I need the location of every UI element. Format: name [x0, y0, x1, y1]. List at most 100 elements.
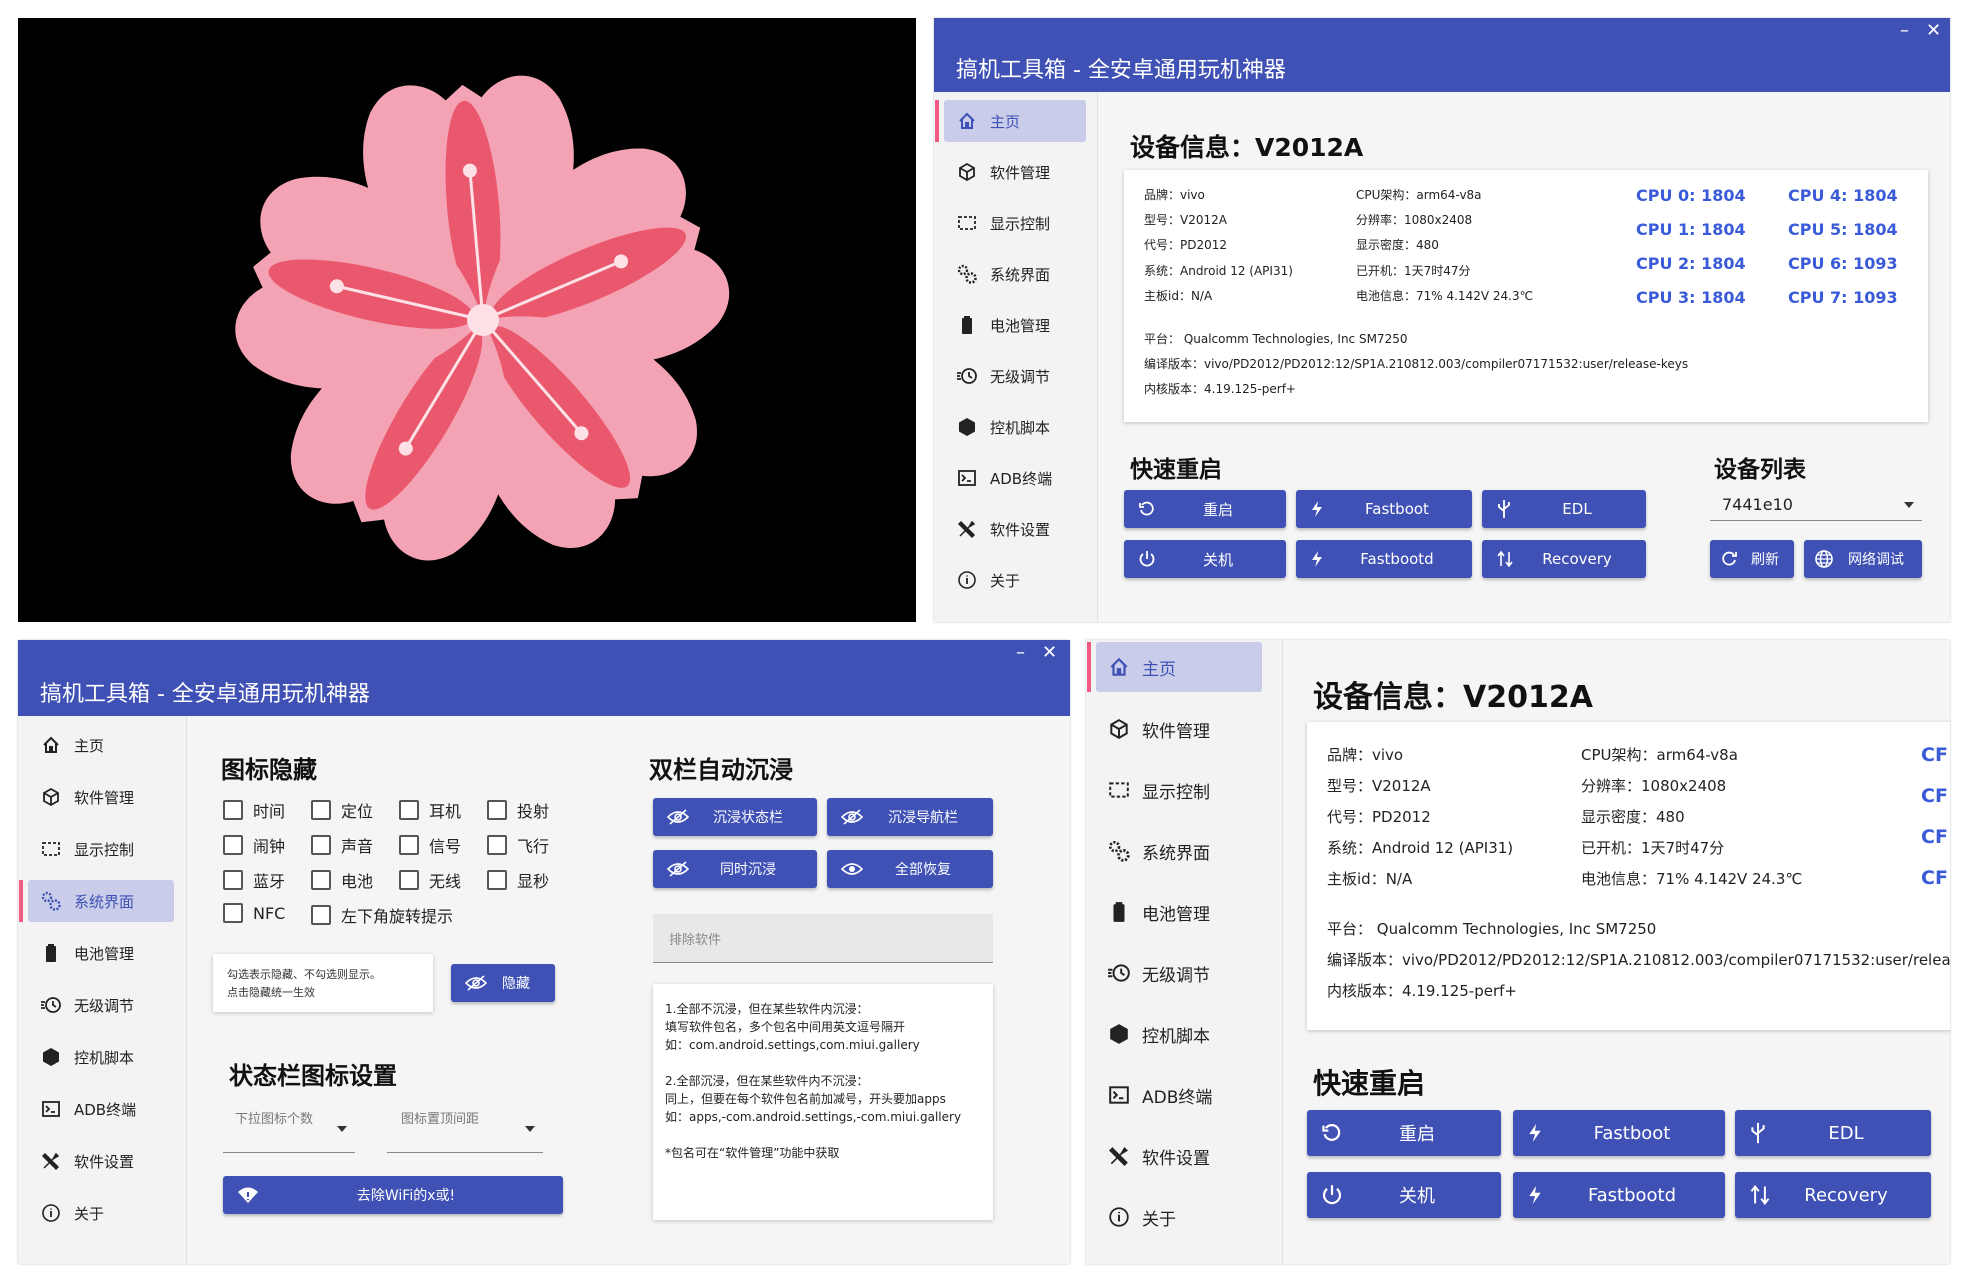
checkbox[interactable]	[311, 835, 331, 855]
immersive-both-button[interactable]: 同时沉浸	[653, 850, 817, 888]
checkbox[interactable]	[399, 800, 419, 820]
fastbootd-button[interactable]: Fastbootd	[1513, 1172, 1725, 1218]
nav-item-home[interactable]: 主页	[1087, 642, 1262, 692]
checkbox[interactable]	[487, 800, 507, 820]
checkbox[interactable]	[223, 800, 243, 820]
minimize-button[interactable]: –	[1900, 22, 1909, 40]
power-off-button[interactable]: 关机	[1124, 540, 1286, 578]
nav-label: 显示控制	[1142, 782, 1210, 803]
reboot-button[interactable]: 重启	[1307, 1110, 1501, 1156]
power-off-button[interactable]: 关机	[1307, 1172, 1501, 1218]
refresh-button[interactable]: 刷新	[1710, 540, 1794, 578]
battery-icon	[1102, 901, 1136, 923]
nav-item-battery[interactable]: 电池管理	[1096, 887, 1262, 937]
nav-item-home[interactable]: 主页	[28, 724, 174, 766]
checkbox-cast[interactable]: 投射	[487, 798, 549, 822]
recovery-button[interactable]: Recovery	[1482, 540, 1646, 578]
checkbox-headset[interactable]: 耳机	[399, 798, 461, 822]
checkbox-rotation-hint[interactable]: 左下角旋转提示	[311, 903, 453, 927]
checkbox-bluetooth[interactable]: 蓝牙	[223, 868, 285, 892]
recovery-button[interactable]: Recovery	[1735, 1172, 1931, 1218]
nav-item-settings[interactable]: 软件设置	[944, 508, 1086, 550]
checkbox[interactable]	[399, 835, 419, 855]
nav-item-battery[interactable]: 电池管理	[944, 304, 1086, 346]
title-bar: 搞机工具箱 - 全安卓通用玩机神器 – ✕	[934, 18, 1950, 92]
info-model: 型号：V2012A	[1144, 213, 1227, 227]
device-info-card: 品牌：vivo 型号：V2012A 代号：PD2012 系统：Android 1…	[1307, 722, 1950, 1030]
minimize-button[interactable]: –	[1016, 644, 1025, 662]
wifi-alert-icon	[237, 1186, 259, 1204]
fastboot-button[interactable]: Fastboot	[1296, 490, 1472, 528]
checkbox-airplane[interactable]: 飞行	[487, 833, 549, 857]
hide-button[interactable]: 隐藏	[451, 964, 555, 1002]
cpu-freq: CPU 7: 1093	[1788, 288, 1898, 307]
nav-item-system-ui[interactable]: 系统界面	[944, 253, 1086, 295]
nav-item-software[interactable]: 软件管理	[944, 151, 1086, 193]
nav-item-system-ui[interactable]: 系统界面	[19, 880, 174, 922]
restore-all-button[interactable]: 全部恢复	[827, 850, 993, 888]
nav-item-script[interactable]: 控机脚本	[1096, 1009, 1262, 1059]
nav-item-display[interactable]: 显示控制	[1096, 765, 1262, 815]
nav-item-home[interactable]: 主页	[935, 100, 1086, 142]
remove-wifi-x-button[interactable]: 去除WiFi的x或!	[223, 1176, 563, 1214]
checkbox-seconds[interactable]: 显秒	[487, 868, 549, 892]
nav-item-software[interactable]: 软件管理	[1096, 704, 1262, 754]
checkbox-time[interactable]: 时间	[223, 798, 285, 822]
edl-button[interactable]: EDL	[1482, 490, 1646, 528]
checkbox[interactable]	[223, 835, 243, 855]
network-debug-button[interactable]: 网络调试	[1804, 540, 1922, 578]
nav-item-stepless[interactable]: 无级调节	[1096, 948, 1262, 998]
immersive-navbar-button[interactable]: 沉浸导航栏	[827, 798, 993, 836]
nav-item-settings[interactable]: 软件设置	[28, 1140, 174, 1182]
checkbox-sound[interactable]: 声音	[311, 833, 373, 857]
nav-item-about[interactable]: 关于	[944, 559, 1086, 601]
nav-item-display[interactable]: 显示控制	[944, 202, 1086, 244]
checkbox-label: 左下角旋转提示	[341, 907, 454, 926]
checkbox-label: 蓝牙	[253, 872, 286, 891]
checkbox-battery[interactable]: 电池	[311, 868, 373, 892]
nav-item-adb[interactable]: ADB终端	[28, 1088, 174, 1130]
checkbox-alarm[interactable]: 闹钟	[223, 833, 285, 857]
checkbox-label: 信号	[429, 837, 462, 856]
checkbox[interactable]	[399, 870, 419, 890]
checkbox[interactable]	[311, 800, 331, 820]
reboot-button[interactable]: 重启	[1124, 490, 1286, 528]
close-button[interactable]: ✕	[1042, 644, 1057, 662]
nav-item-settings[interactable]: 软件设置	[1096, 1131, 1262, 1181]
checkbox-signal[interactable]: 信号	[399, 833, 461, 857]
checkbox-location[interactable]: 定位	[311, 798, 373, 822]
title-bar: 搞机工具箱 - 全安卓通用玩机神器 – ✕	[18, 640, 1070, 716]
nav-item-system-ui[interactable]: 系统界面	[1096, 826, 1262, 876]
close-button[interactable]: ✕	[1926, 22, 1941, 40]
checkbox[interactable]	[311, 905, 331, 925]
device-select[interactable]: 7441e10	[1710, 490, 1922, 521]
nav-item-stepless[interactable]: 无级调节	[944, 355, 1086, 397]
terminal-icon	[1102, 1084, 1136, 1106]
checkbox-wireless[interactable]: 无线	[399, 868, 461, 892]
checkbox[interactable]	[311, 870, 331, 890]
checkbox[interactable]	[487, 870, 507, 890]
fastboot-button[interactable]: Fastboot	[1513, 1110, 1725, 1156]
nav-item-stepless[interactable]: 无级调节	[28, 984, 174, 1026]
exclude-apps-input[interactable]: 排除软件	[653, 914, 993, 963]
nav-item-adb[interactable]: ADB终端	[1096, 1070, 1262, 1120]
edl-button[interactable]: EDL	[1735, 1110, 1931, 1156]
checkbox-label: 无线	[429, 872, 462, 891]
nav-item-script[interactable]: 控机脚本	[28, 1036, 174, 1078]
dropdown-icon-spacing[interactable]: 图标置顶间距	[387, 1102, 543, 1153]
checkbox[interactable]	[487, 835, 507, 855]
cpu-freq: CPU 4: 1804	[1788, 186, 1898, 205]
checkbox-nfc[interactable]: NFC	[223, 903, 285, 923]
checkbox[interactable]	[223, 903, 243, 923]
nav-item-script[interactable]: 控机脚本	[944, 406, 1086, 448]
nav-item-battery[interactable]: 电池管理	[28, 932, 174, 974]
dropdown-icon-count[interactable]: 下拉图标个数	[223, 1102, 355, 1153]
nav-item-display[interactable]: 显示控制	[28, 828, 174, 870]
nav-item-adb[interactable]: ADB终端	[944, 457, 1086, 499]
nav-item-software[interactable]: 软件管理	[28, 776, 174, 818]
checkbox[interactable]	[223, 870, 243, 890]
immersive-statusbar-button[interactable]: 沉浸状态栏	[653, 798, 817, 836]
fastbootd-button[interactable]: Fastbootd	[1296, 540, 1472, 578]
nav-item-about[interactable]: 关于	[1096, 1192, 1262, 1242]
nav-item-about[interactable]: 关于	[28, 1192, 174, 1234]
